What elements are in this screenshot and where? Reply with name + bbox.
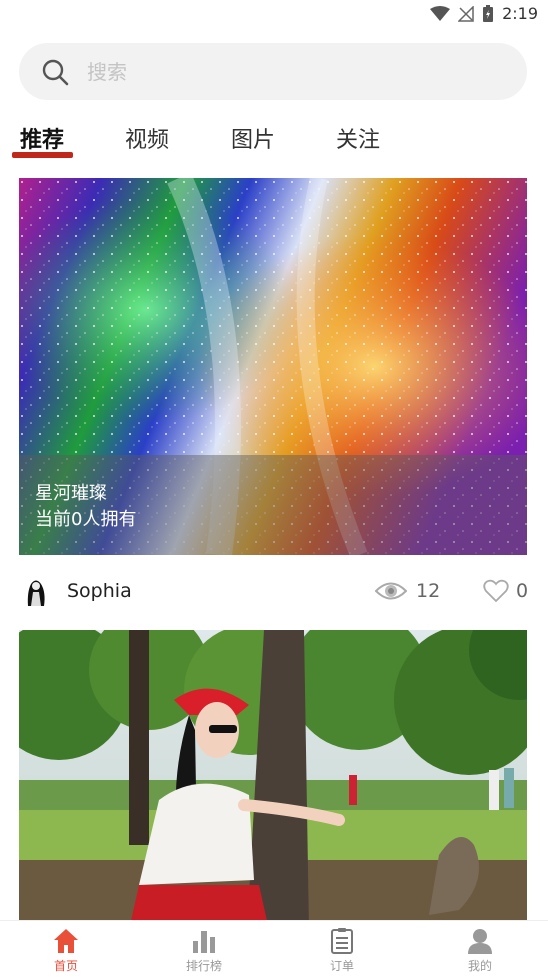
nav-home-label: 首页 [53, 959, 78, 973]
tab-recommend[interactable]: 推荐 [20, 122, 64, 154]
nav-orders-label: 订单 [329, 959, 354, 973]
card-overlay: 星河璀璨 当前0人拥有 [19, 455, 527, 555]
clipboard-icon [331, 928, 353, 954]
card-owner-count: 当前0人拥有 [35, 509, 137, 530]
nav-ranking[interactable]: 排行榜 [164, 927, 244, 974]
nav-profile-label: 我的 [467, 959, 492, 973]
card-title: 星河璀璨 [35, 483, 107, 504]
card-meta-row: Sophia 12 0 [19, 572, 531, 612]
search-input[interactable] [85, 58, 469, 85]
home-icon [54, 929, 78, 953]
heart-icon[interactable] [483, 579, 509, 603]
wifi-icon [430, 5, 451, 21]
nav-ranking-label: 排行榜 [185, 959, 222, 973]
no-signal-icon [458, 5, 474, 22]
status-bar: 2:19 [0, 0, 548, 30]
nav-profile[interactable]: 我的 [440, 927, 520, 974]
user-icon [468, 929, 492, 954]
bottom-nav: 首页 排行榜 订单 我的 [0, 920, 548, 980]
nav-orders[interactable]: 订单 [302, 927, 382, 974]
eye-icon [375, 582, 407, 600]
tab-images[interactable]: 图片 [231, 122, 275, 154]
bar-chart-icon [193, 931, 215, 953]
status-icons: 2:19 [430, 4, 538, 23]
card-image[interactable] [19, 630, 527, 930]
tab-following[interactable]: 关注 [336, 122, 380, 154]
park-photo [19, 630, 527, 930]
search-icon[interactable] [41, 58, 69, 86]
view-count: 12 [416, 580, 441, 602]
like-count: 0 [516, 580, 529, 602]
card-image[interactable]: 星河璀璨 当前0人拥有 [19, 178, 527, 555]
battery-icon [483, 4, 494, 22]
tab-bar: 推荐 视频 图片 关注 [0, 118, 548, 162]
tab-video[interactable]: 视频 [125, 122, 169, 154]
author-name[interactable]: Sophia [67, 580, 132, 602]
nav-home[interactable]: 首页 [26, 927, 106, 974]
status-time: 2:19 [502, 4, 538, 23]
search-bar[interactable] [19, 43, 527, 100]
avatar[interactable] [19, 574, 53, 608]
tab-indicator [12, 152, 73, 158]
